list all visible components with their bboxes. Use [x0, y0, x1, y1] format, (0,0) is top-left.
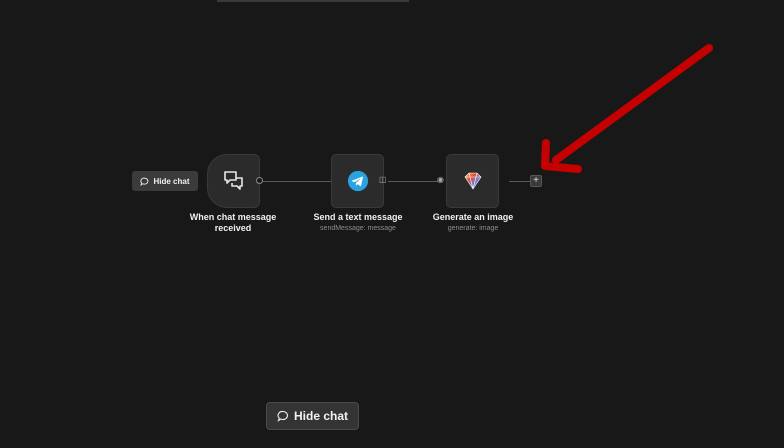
- connection-line: [388, 181, 438, 182]
- gemini-icon: [464, 172, 481, 190]
- add-node-button[interactable]: +: [530, 175, 542, 187]
- hide-chat-small-label: Hide chat: [153, 176, 190, 186]
- pin-icon: ◉: [437, 175, 444, 184]
- node-generate-image[interactable]: [446, 154, 499, 208]
- telegram-icon: [347, 170, 368, 192]
- top-toolbar-edge: [217, 0, 409, 2]
- hide-chat-label: Hide chat: [293, 409, 348, 423]
- node-send-text-message[interactable]: [331, 154, 384, 208]
- connection-line: [263, 181, 331, 182]
- chat-bubble-icon: [277, 410, 288, 422]
- chat-bubbles-icon: [223, 171, 243, 190]
- annotation-arrow-icon: [541, 44, 713, 173]
- node-title-generate-image: Generate an image: [432, 212, 514, 222]
- node-subtitle-send-text: sendMessage: message: [320, 225, 396, 232]
- connection-line: [509, 181, 531, 182]
- node-title-send-text: Send a text message: [313, 212, 403, 222]
- node-subtitle-generate-image: generate: image: [447, 225, 499, 232]
- node-title-chat-trigger: When chat message received: [189, 212, 277, 233]
- plus-icon: +: [533, 175, 539, 186]
- hide-chat-button[interactable]: Hide chat: [266, 402, 359, 430]
- node-chat-trigger[interactable]: [207, 154, 260, 208]
- chat-bubble-icon: [140, 177, 149, 186]
- output-port[interactable]: [256, 177, 263, 184]
- mouse-icon: ◫: [379, 175, 387, 184]
- hide-chat-small-button[interactable]: Hide chat: [132, 171, 198, 191]
